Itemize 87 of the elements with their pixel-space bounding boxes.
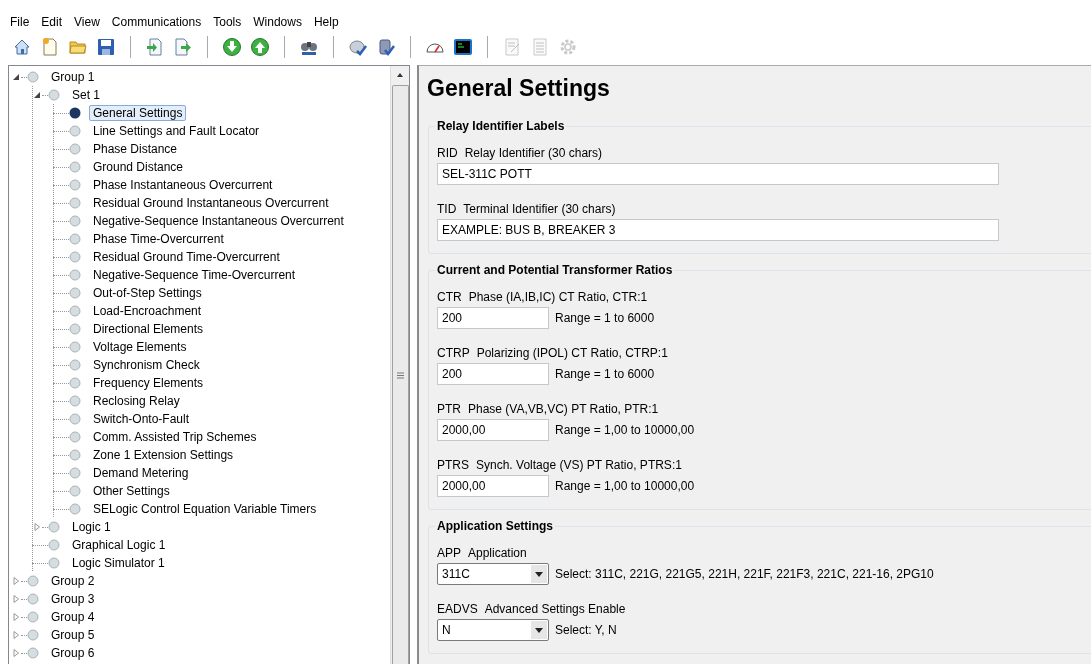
tree-item[interactable]: Residual Ground Time-Overcurrent: [89, 249, 284, 265]
menu-item[interactable]: Communications: [105, 15, 208, 29]
tree-item[interactable]: Reclosing Relay: [89, 393, 184, 409]
number-field[interactable]: 2000,00: [437, 419, 549, 441]
setting-code: PTR: [437, 402, 461, 416]
menu-item[interactable]: Windows: [247, 15, 308, 29]
setting-label: Relay Identifier (30 chars): [464, 146, 603, 160]
tree-item[interactable]: SELogic Control Equation Variable Timers: [89, 501, 321, 517]
section-title: Application Settings: [436, 519, 554, 533]
number-field[interactable]: 200: [437, 307, 549, 329]
hint-text: Range = 1,00 to 10000,00: [555, 479, 695, 493]
setting-code: PTRS: [437, 458, 469, 472]
setting-code: CTRP: [437, 346, 470, 360]
menu-item[interactable]: File: [4, 15, 36, 29]
tree-item[interactable]: Phase Instantaneous Overcurrent: [89, 177, 277, 193]
tree-item[interactable]: Logic 1: [68, 519, 115, 535]
setting-label: Application: [468, 546, 527, 560]
setting-code: RID: [437, 146, 458, 160]
tree-item[interactable]: Group 5: [47, 627, 99, 643]
dropdown[interactable]: 311C: [437, 563, 549, 585]
section-title: Current and Potential Transformer Ratios: [436, 263, 674, 277]
tree-item[interactable]: Phase Time-Overcurrent: [89, 231, 228, 247]
tree-item[interactable]: Line Settings and Fault Locator: [89, 123, 264, 139]
import-icon[interactable]: [145, 37, 165, 57]
tree-item[interactable]: Other Settings: [89, 483, 174, 499]
menu-item[interactable]: Tools: [207, 15, 248, 29]
tree-item[interactable]: Group 4: [47, 609, 99, 625]
tree-item[interactable]: Group 1: [47, 69, 99, 85]
tree-item[interactable]: Phase Distance: [89, 141, 182, 157]
tree-item[interactable]: Ground Distance: [89, 159, 188, 175]
expander-arrow-icon[interactable]: [11, 72, 21, 82]
database-check-icon[interactable]: [376, 37, 396, 57]
tree-item[interactable]: Switch-Onto-Fault: [89, 411, 194, 427]
tree-item[interactable]: Out-of-Step Settings: [89, 285, 206, 301]
setting-label: Phase (IA,IB,IC) CT Ratio, CTR:1: [468, 290, 648, 304]
page-title: General Settings: [427, 74, 610, 102]
caret-icon: [535, 627, 543, 633]
tree-item[interactable]: Negative-Sequence Instantaneous Overcurrent: [89, 213, 348, 229]
setting-code: APP: [437, 546, 461, 560]
tree-item[interactable]: Set 1: [68, 87, 105, 103]
setting-code: EADVS: [437, 602, 478, 616]
setting-code: TID: [437, 202, 457, 216]
setting-label: Advanced Settings Enable: [484, 602, 626, 616]
menu-item[interactable]: View: [68, 15, 106, 29]
caret-icon: [535, 571, 543, 577]
setting-code: CTR: [437, 290, 462, 304]
save-icon[interactable]: [96, 37, 116, 57]
tree-item[interactable]: Directional Elements: [89, 321, 208, 337]
menu-item[interactable]: Edit: [35, 15, 69, 29]
tree-item[interactable]: Group 2: [47, 573, 99, 589]
section-title: Relay Identifier Labels: [436, 119, 566, 133]
disc-check-icon[interactable]: [348, 37, 368, 57]
tree-item[interactable]: Group 3: [47, 591, 99, 607]
new-document-icon[interactable]: [40, 37, 60, 57]
terminal-icon[interactable]: [453, 37, 473, 57]
tree-item[interactable]: Graphical Logic 1: [68, 537, 170, 553]
tree-item[interactable]: Demand Metering: [89, 465, 193, 481]
tree-item[interactable]: Voltage Elements: [89, 339, 191, 355]
setting-label: Polarizing (IPOL) CT Ratio, CTRP:1: [476, 346, 668, 360]
number-field[interactable]: 200: [437, 363, 549, 385]
setting-label: Synch. Voltage (VS) PT Ratio, PTRS:1: [476, 458, 682, 472]
tree-item[interactable]: Load-Encroachment: [89, 303, 206, 319]
tree-item[interactable]: Logic Simulator 1: [68, 555, 169, 571]
export-icon[interactable]: [173, 37, 193, 57]
dropdown[interactable]: N: [437, 619, 549, 641]
tree-item[interactable]: Negative-Sequence Time-Overcurrent: [89, 267, 300, 283]
hint-text: Range = 1 to 6000: [555, 367, 655, 381]
hint-text: Select: 311C, 221G, 221G5, 221H, 221F, 221F3, 221C, 221-16, 2PG10: [555, 567, 934, 581]
setting-label: Phase (VA,VB,VC) PT Ratio, PTR:1: [468, 402, 659, 416]
tree-item[interactable]: Group 6: [47, 645, 99, 661]
hint-text: Range = 1 to 6000: [555, 311, 655, 325]
tree-item[interactable]: Residual Ground Instantaneous Overcurrent: [89, 195, 333, 211]
menu-item[interactable]: Help: [307, 15, 345, 29]
text-field[interactable]: EXAMPLE: BUS B, BREAKER 3: [437, 219, 999, 241]
tree-item[interactable]: Comm. Assisted Trip Schemes: [89, 429, 261, 445]
text-field[interactable]: SEL-311C POTT: [437, 163, 999, 185]
expander-arrow-icon[interactable]: [32, 90, 42, 100]
tree-item[interactable]: Synchronism Check: [89, 357, 204, 373]
scrollbar-thumb[interactable]: [391, 85, 409, 664]
tree-item[interactable]: General Settings: [89, 105, 187, 121]
setting-label: Terminal Identifier (30 chars): [463, 202, 616, 216]
hint-text: Range = 1,00 to 10000,00: [555, 423, 695, 437]
tree-item[interactable]: Zone 1 Extension Settings: [89, 447, 238, 463]
tree-item[interactable]: Frequency Elements: [89, 375, 208, 391]
hint-text: Select: Y, N: [555, 623, 617, 637]
number-field[interactable]: 2000,00: [437, 475, 549, 497]
home-icon[interactable]: [12, 37, 32, 57]
